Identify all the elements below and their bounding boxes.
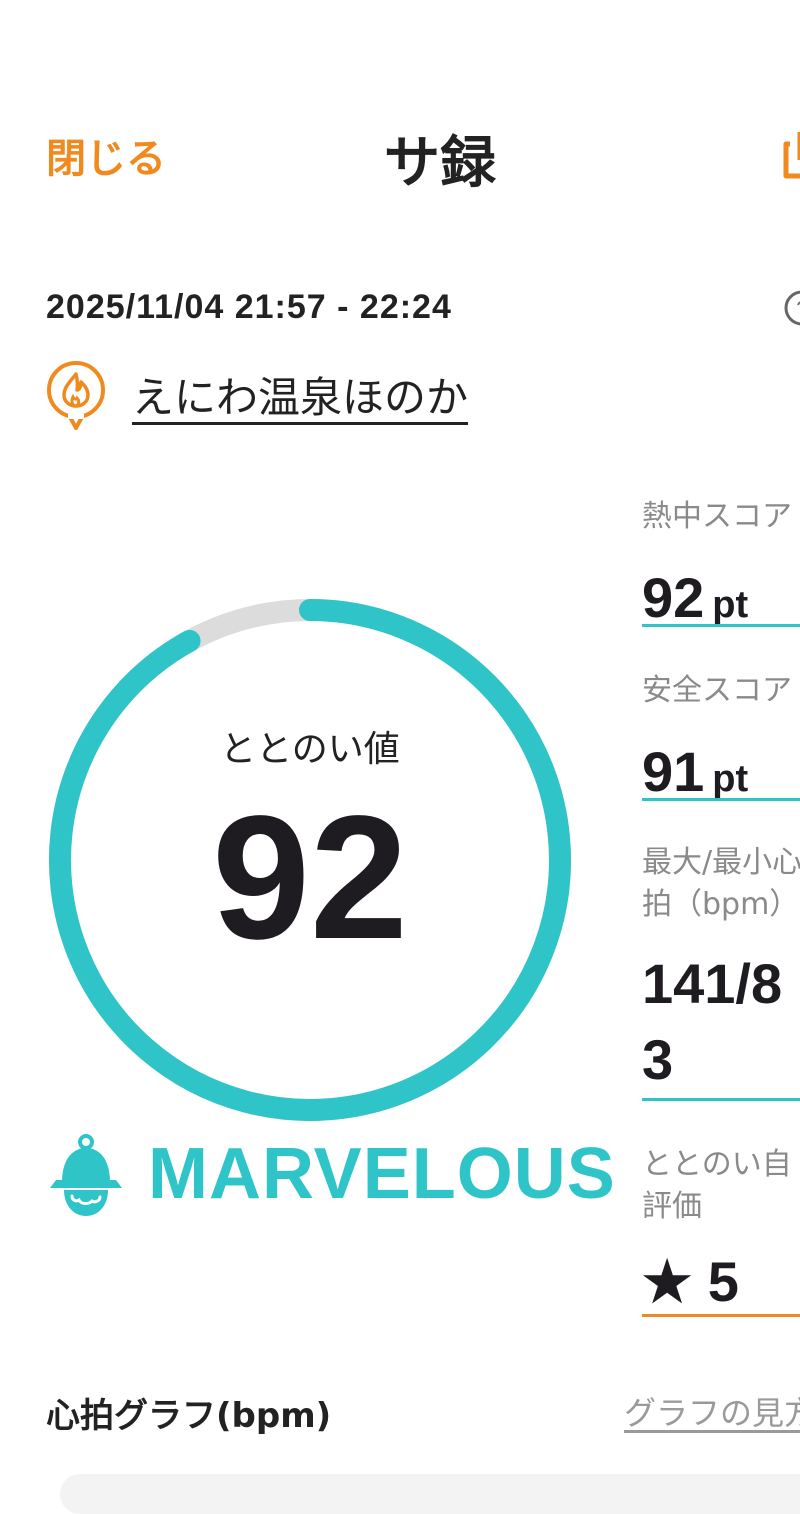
stat-value: 92 pt bbox=[642, 560, 748, 643]
share-icon[interactable] bbox=[780, 126, 800, 186]
heart-rate-graph-card bbox=[60, 1474, 800, 1514]
stat-divider bbox=[642, 1314, 800, 1317]
svg-text:?: ? bbox=[796, 298, 800, 320]
stat-number: ★ 5 bbox=[642, 1250, 739, 1313]
place-link[interactable]: えにわ温泉ほのか bbox=[132, 364, 468, 425]
stat-value: 141/8 3 bbox=[642, 946, 782, 1098]
stat-label: 最大/最小心 拍（bpm） bbox=[642, 845, 800, 922]
stat-value: 91 pt bbox=[642, 734, 748, 817]
help-icon[interactable]: ? bbox=[782, 288, 800, 328]
heart-rate-graph-title: 心拍グラフ(bpm) bbox=[46, 1396, 332, 1436]
stat-divider bbox=[642, 624, 800, 627]
stat-value: ★ 5 bbox=[642, 1244, 739, 1320]
stat-number: 141/8 3 bbox=[642, 952, 783, 1091]
sauna-hat-icon bbox=[50, 1134, 122, 1216]
stat-unit: pt bbox=[712, 584, 749, 626]
stat-label: 熱中スコア bbox=[642, 499, 792, 534]
session-datetime: 2025/11/04 21:57 - 22:24 bbox=[46, 288, 452, 326]
stat-divider bbox=[642, 1098, 800, 1101]
stat-number: 92 bbox=[642, 566, 705, 629]
stat-label: 安全スコア bbox=[642, 673, 792, 708]
sauna-fire-pin-icon bbox=[47, 361, 105, 430]
totonoi-rank: MARVELOUS bbox=[148, 1134, 616, 1214]
stat-number: 91 bbox=[642, 740, 705, 803]
stat-unit: pt bbox=[712, 758, 749, 800]
stat-label: ととのい自 評価 bbox=[642, 1147, 792, 1224]
totonoi-value: 92 bbox=[212, 780, 408, 976]
graph-help-link[interactable]: グラフの見方 bbox=[624, 1388, 800, 1434]
stat-divider bbox=[642, 798, 800, 801]
page-title: サ録 bbox=[384, 131, 496, 196]
totonoi-label: ととのい値 bbox=[220, 729, 400, 770]
